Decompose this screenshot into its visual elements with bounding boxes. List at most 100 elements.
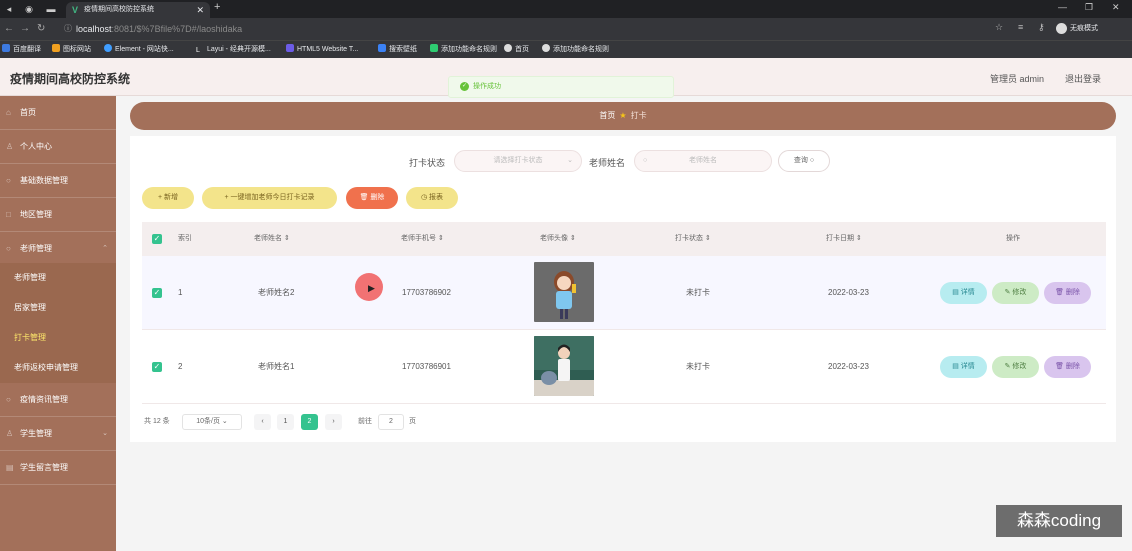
sidebar-sub-return-apply[interactable]: 老师返校申请管理 (0, 353, 116, 383)
add-button[interactable]: + 新增 (142, 187, 194, 209)
sidebar: ⌂ 首页 ♙ 个人中心 ○ 基础数据管理 □ 地区管理 ○ 老师管理 ⌃ 老师管理 居家管理… (0, 96, 116, 551)
table-header: ✓ 索引 老师姓名 ⇕ 老师手机号 ⇕ 老师头像 ⇕ 打卡状态 ⇕ 打卡日期 ⇕… (142, 222, 1106, 256)
page-size-select[interactable]: 10条/页 ⌄ (182, 414, 242, 430)
sidebar-sub-home-manage[interactable]: 居家管理 (0, 293, 116, 323)
detail-button[interactable]: ▤ 详情 (940, 282, 987, 304)
sidebar-sub-punch-manage[interactable]: 打卡管理 (0, 323, 116, 353)
close-window-icon[interactable]: ✕ (1112, 2, 1120, 13)
chevron-down-icon: ⌄ (567, 157, 573, 164)
bookmark-item[interactable]: HTML5 Website T... (286, 44, 358, 56)
punch-all-teachers-button[interactable]: + 一键增加老师今日打卡记录 (202, 187, 337, 209)
success-icon: ✓ (460, 82, 469, 91)
edit-button[interactable]: ✎ 修改 (992, 282, 1039, 304)
cell-teacher-name: 老师姓名2 (258, 288, 295, 297)
sort-icon: ⇕ (437, 235, 444, 242)
row-checkbox[interactable]: ✓ (152, 362, 162, 372)
sidebar-item-base-data[interactable]: ○ 基础数据管理 (0, 164, 116, 198)
bookmark-item[interactable]: Element - 网站快... (104, 44, 174, 56)
chevron-down-icon: ⌄ (102, 430, 108, 437)
page-button-current[interactable]: 2 (301, 414, 318, 430)
row-checkbox[interactable]: ✓ (152, 288, 162, 298)
teacher-name-input[interactable]: ○ 老师姓名 (634, 150, 772, 172)
sidebar-item-profile[interactable]: ♙ 个人中心 (0, 130, 116, 164)
bookmark-item[interactable]: 添加功能命名规则 (542, 44, 609, 56)
select-all-checkbox[interactable]: ✓ (152, 234, 162, 244)
tab-search-icon[interactable]: ◂ (2, 3, 16, 15)
edit-button[interactable]: ✎ 修改 (992, 356, 1039, 378)
search-button[interactable]: 查询 ○ (778, 150, 830, 172)
bookmark-item[interactable]: 百度翻译 (2, 44, 41, 56)
delete-button[interactable]: 🗑 删除 (346, 187, 398, 209)
breadcrumb-current: 打卡 (630, 111, 647, 120)
sort-icon: ⇕ (855, 235, 862, 242)
prev-page-button[interactable]: ‹ (254, 414, 271, 430)
admin-label: 管理员 admin (990, 74, 1045, 84)
next-page-button[interactable]: › (325, 414, 342, 430)
new-tab-icon[interactable]: + (214, 1, 220, 13)
bookmark-item[interactable]: 图标网站 (52, 44, 91, 56)
teacher-avatar-image (534, 336, 594, 396)
column-header: 索引 (178, 235, 192, 242)
user-icon: ♙ (6, 142, 14, 151)
bookmark-item[interactable]: L Layui - 经典开源模... (196, 44, 271, 56)
column-header: 操作 (1006, 235, 1020, 242)
sidebar-item-news[interactable]: ○ 疫情资讯管理 (0, 383, 116, 417)
pagination-total: 共 12 条 (144, 418, 170, 425)
restore-icon[interactable]: ❐ (1085, 2, 1093, 13)
page-size-value: 10条/页 (196, 418, 220, 425)
site-info-icon[interactable]: ⓘ (64, 22, 72, 36)
cell-punch-status: 未打卡 (686, 362, 710, 371)
cell-teacher-name: 老师姓名1 (258, 362, 295, 371)
data-icon: ○ (6, 176, 11, 185)
sidebar-item-student[interactable]: ♙ 学生管理 ⌄ (0, 417, 116, 451)
url-field[interactable]: ⓘ localhost:8081/$%7Bfile%7D#/laoshidaka (64, 22, 988, 36)
minimize-icon[interactable]: — (1058, 2, 1067, 12)
search-button-label: 查询 (793, 157, 808, 164)
bookmark-star-icon[interactable]: ☆ (995, 22, 1003, 33)
edit-icon: ✎ (1004, 363, 1011, 370)
browser-tab-active[interactable]: V 疫情期间高校防控系统 ✕ (66, 2, 210, 18)
forward-icon[interactable]: → (20, 23, 30, 34)
profile-label: 无痕模式 (1070, 25, 1098, 32)
table-row[interactable]: ✓ 1 老师姓名2 17703786902 未打卡 2022-03-23 ▤ 详… (142, 256, 1106, 330)
column-header[interactable]: 打卡状态 ⇕ (675, 222, 711, 256)
bookmark-item[interactable]: 首页 (504, 44, 529, 56)
sidebar-item-student-message[interactable]: ▤ 学生留言管理 (0, 451, 116, 485)
sidebar-item-teacher[interactable]: ○ 老师管理 ⌃ (0, 232, 116, 266)
report-button[interactable]: ◷ 报表 (406, 187, 458, 209)
column-header[interactable]: 打卡日期 ⇕ (826, 222, 862, 256)
star-icon: ★ (619, 111, 627, 120)
key-icon[interactable]: ⚷ (1038, 22, 1045, 33)
goto-page-input[interactable]: 2 (378, 414, 404, 430)
tab-icon[interactable]: ▬ (44, 3, 58, 15)
row-delete-button[interactable]: 🗑 删除 (1044, 282, 1091, 304)
bookmark-item[interactable]: 搜索壁纸 (378, 44, 417, 56)
sidebar-sub-teacher-manage[interactable]: 老师管理 (0, 263, 116, 293)
tab-icon[interactable]: ◉ (22, 3, 36, 15)
table-row[interactable]: ✓ 2 老师姓名1 17703786901 未打卡 2022-03-23 ▤ 详… (142, 330, 1106, 404)
status-select[interactable]: 请选择打卡状态 ⌄ (454, 150, 582, 172)
sort-icon: ⇕ (283, 235, 290, 242)
home-icon: ⌂ (6, 108, 11, 117)
logout-link[interactable]: 退出登录 (1065, 72, 1101, 85)
reload-icon[interactable]: ↻ (37, 23, 45, 34)
breadcrumb-home[interactable]: 首页 (599, 111, 615, 120)
row-delete-button[interactable]: 🗑 删除 (1044, 356, 1091, 378)
column-header[interactable]: 老师姓名 ⇕ (254, 222, 290, 256)
reading-list-icon[interactable]: ≡ (1018, 22, 1023, 32)
close-tab-icon[interactable]: ✕ (196, 2, 204, 18)
clock-icon: ◷ (420, 194, 428, 201)
column-header[interactable]: 老师手机号 ⇕ (401, 222, 444, 256)
bookmark-item[interactable]: 添加功能命名规则 (430, 44, 497, 56)
student-icon: ♙ (6, 429, 14, 438)
sidebar-item-region[interactable]: □ 地区管理 (0, 198, 116, 232)
page-button[interactable]: 1 (277, 414, 294, 430)
column-header[interactable]: 老师头像 ⇕ (540, 222, 576, 256)
region-icon: □ (6, 210, 11, 219)
mouse-cursor-highlight: ▶ (355, 273, 383, 301)
teacher-name-placeholder: 老师姓名 (689, 157, 717, 164)
back-icon[interactable]: ← (4, 23, 14, 34)
detail-button[interactable]: ▤ 详情 (940, 356, 987, 378)
incognito-profile[interactable]: 无痕模式 (1056, 22, 1098, 36)
sidebar-item-home[interactable]: ⌂ 首页 (0, 96, 116, 130)
